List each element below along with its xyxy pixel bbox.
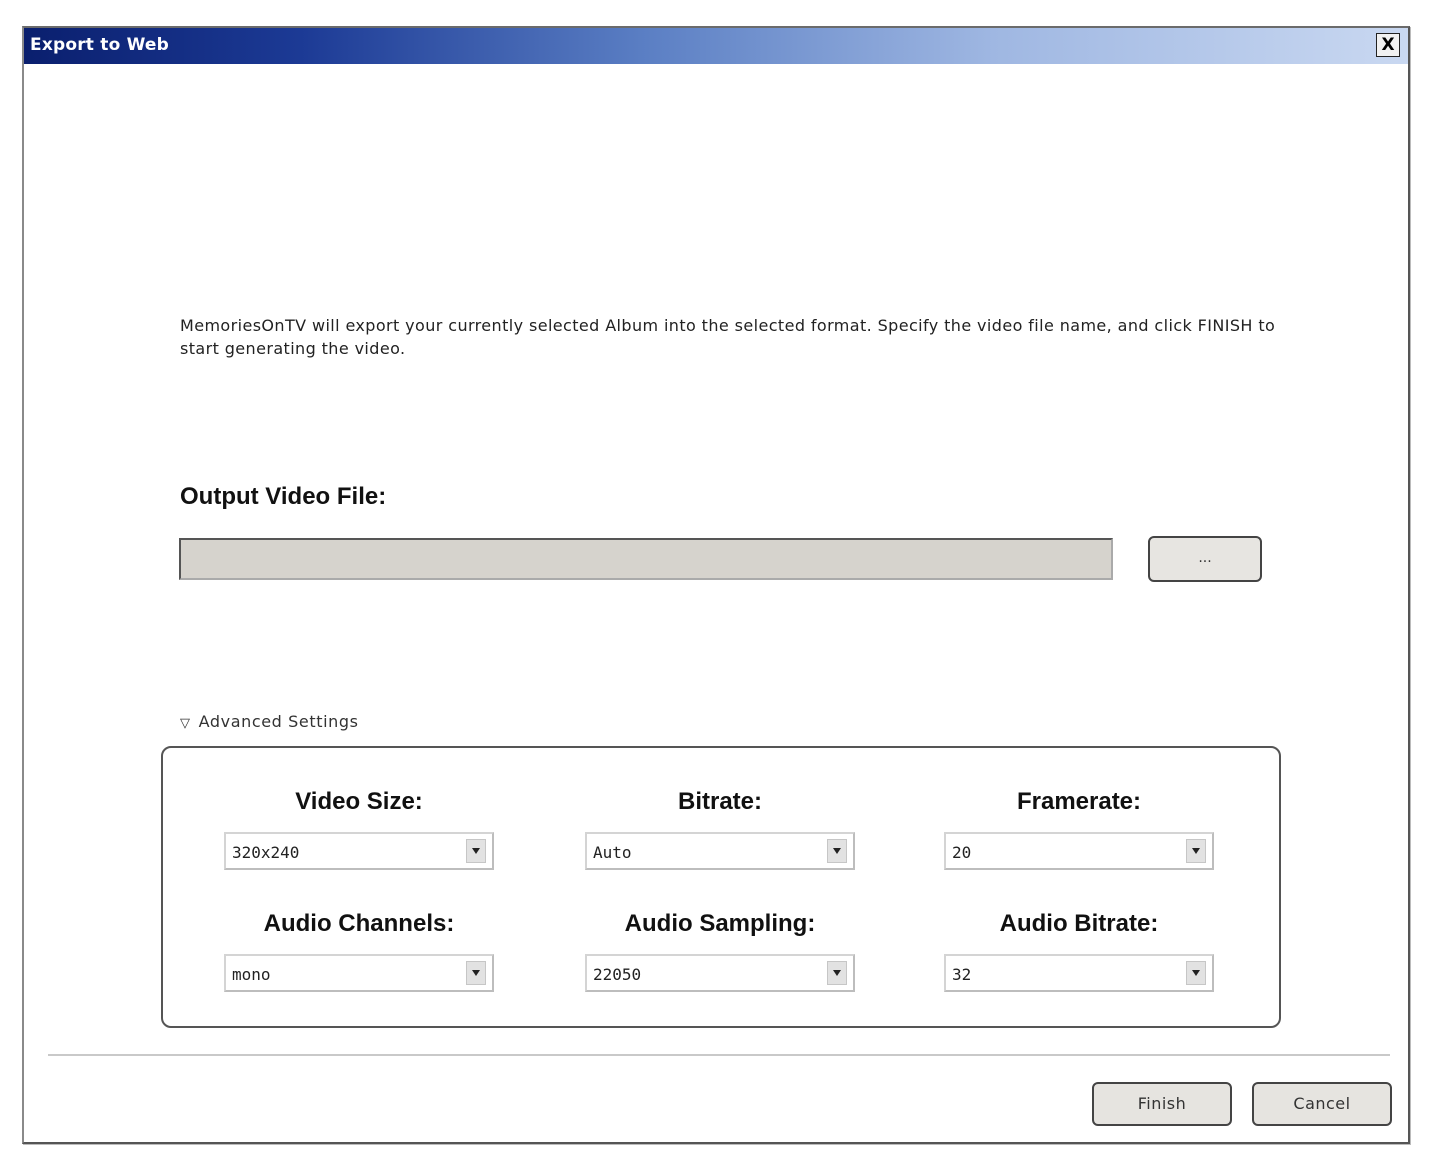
video-size-label: Video Size: [295,788,423,815]
cancel-button[interactable]: Cancel [1252,1082,1392,1126]
export-dialog: Export to Web X MemoriesOnTV will export… [22,26,1410,1144]
title-bar: Export to Web X [24,28,1408,64]
advanced-settings-label: Advanced Settings [198,712,359,731]
framerate-label: Framerate: [1016,788,1142,815]
framerate-select[interactable]: 20 [944,832,1214,870]
chevron-down-icon[interactable] [827,961,847,985]
advanced-settings-toggle[interactable]: ▽ Advanced Settings [180,712,359,731]
output-file-path-input[interactable] [179,538,1113,580]
footer-divider [48,1054,1390,1056]
audio-channels-label: Audio Channels: [263,910,455,937]
audio-sampling-select[interactable]: 22050 [585,954,855,992]
audio-sampling-value: 22050 [593,965,642,984]
triangle-down-icon: ▽ [180,716,191,731]
chevron-down-icon[interactable] [827,839,847,863]
chevron-down-icon[interactable] [466,839,486,863]
bitrate-value: Auto [593,843,632,862]
close-icon: X [1381,35,1395,55]
advanced-settings-panel: Video Size: 320x240 Bitrate: Auto Framer… [161,746,1281,1028]
chevron-down-icon[interactable] [466,961,486,985]
audio-bitrate-select[interactable]: 32 [944,954,1214,992]
video-size-value: 320x240 [232,843,300,862]
audio-bitrate-value: 32 [952,965,972,984]
browse-button[interactable]: ... [1148,536,1262,582]
audio-sampling-label: Audio Sampling: [624,910,816,937]
close-button[interactable]: X [1376,33,1400,57]
bitrate-label: Bitrate: [677,788,762,815]
chevron-down-icon[interactable] [1186,839,1206,863]
video-size-select[interactable]: 320x240 [224,832,494,870]
audio-channels-value: mono [232,965,271,984]
output-video-file-label: Output Video File: [180,483,387,510]
audio-channels-select[interactable]: mono [224,954,494,992]
instructions-text: MemoriesOnTV will export your currently … [180,316,1276,358]
framerate-value: 20 [952,843,972,862]
audio-bitrate-label: Audio Bitrate: [999,910,1159,937]
chevron-down-icon[interactable] [1186,961,1206,985]
dialog-title: Export to Web [30,35,170,55]
finish-button[interactable]: Finish [1092,1082,1232,1126]
bitrate-select[interactable]: Auto [585,832,855,870]
